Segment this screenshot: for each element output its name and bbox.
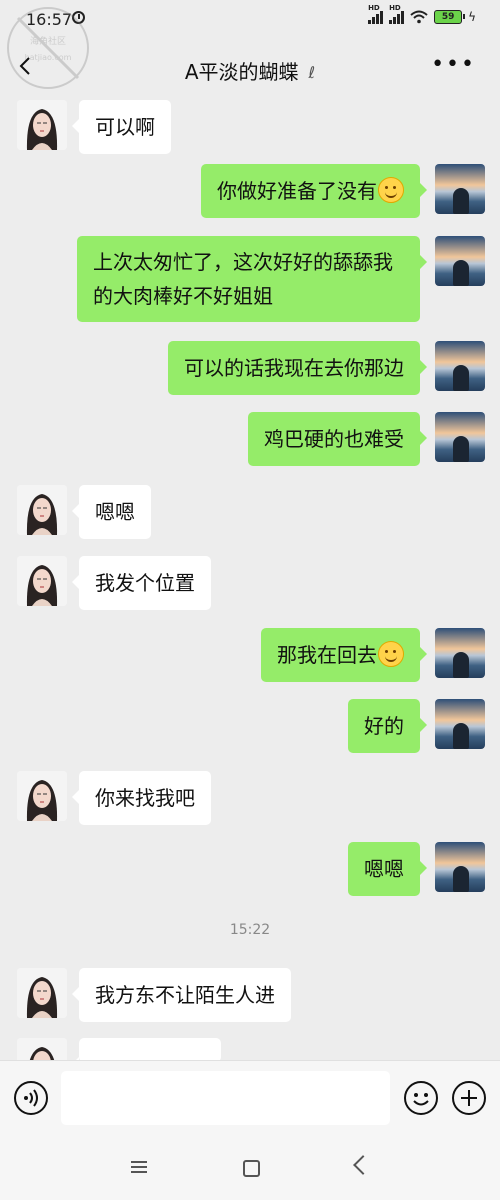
message-bubble[interactable]: 我方东不让陌生人进 bbox=[72, 968, 291, 1022]
my-avatar[interactable] bbox=[435, 341, 485, 391]
message-text: 鸡巴硬的也难受 bbox=[264, 427, 404, 451]
more-options-icon[interactable]: ••• bbox=[431, 54, 476, 76]
signal-hd-label-2: HD bbox=[389, 4, 401, 12]
smile-emoji-icon bbox=[378, 641, 404, 667]
smile-emoji-icon bbox=[378, 177, 404, 203]
emoji-button-icon[interactable] bbox=[404, 1081, 438, 1115]
contact-avatar[interactable] bbox=[17, 100, 67, 150]
contact-avatar[interactable] bbox=[17, 771, 67, 821]
more-functions-plus-icon[interactable] bbox=[452, 1081, 486, 1115]
input-bar bbox=[0, 1060, 500, 1139]
contact-avatar[interactable] bbox=[17, 485, 67, 535]
message-input[interactable] bbox=[61, 1071, 390, 1125]
status-time: 16:57 bbox=[26, 10, 73, 29]
voice-input-icon[interactable] bbox=[14, 1081, 48, 1115]
message-bubble[interactable]: 好的 bbox=[348, 699, 427, 753]
message-text: 我发个位置 bbox=[95, 571, 195, 595]
message-text: 嗯嗯 bbox=[364, 857, 404, 881]
message-text: 上次太匆忙了，这次好好的舔舔我的大肉棒好不好姐姐 bbox=[93, 250, 393, 308]
battery-level: 59 bbox=[441, 12, 455, 22]
signal-hd-label: HD bbox=[368, 4, 380, 12]
message-text: 我方东不让陌生人进 bbox=[95, 983, 275, 1007]
my-avatar[interactable] bbox=[435, 164, 485, 214]
status-bar: 16:57 HD HD 59 ϟ bbox=[0, 0, 500, 40]
message-bubble[interactable]: 可以啊 bbox=[72, 100, 171, 154]
my-avatar[interactable] bbox=[435, 412, 485, 462]
wifi-icon bbox=[410, 10, 428, 24]
message-bubble[interactable]: 嗯嗯 bbox=[348, 842, 427, 896]
alarm-clock-icon bbox=[72, 11, 85, 24]
message-bubble[interactable]: 我发个位置 bbox=[72, 556, 211, 610]
contact-avatar[interactable] bbox=[17, 556, 67, 606]
message-bubble[interactable]: 嗯嗯 bbox=[72, 485, 151, 539]
message-bubble[interactable]: 你来找我吧 bbox=[72, 771, 211, 825]
contact-name: A平淡的蝴蝶 bbox=[184, 60, 299, 84]
message-bubble[interactable]: 可以的话我现在去你那边 bbox=[168, 341, 427, 395]
my-avatar[interactable] bbox=[435, 628, 485, 678]
message-bubble[interactable]: 你做好准备了没有 bbox=[201, 164, 427, 218]
message-bubble[interactable]: 鸡巴硬的也难受 bbox=[248, 412, 427, 466]
system-back-icon[interactable] bbox=[353, 1155, 373, 1175]
message-bubble[interactable]: 那我在回去 bbox=[261, 628, 427, 682]
chat-title: A平淡的蝴蝶 ℓ bbox=[0, 56, 500, 85]
my-avatar[interactable] bbox=[435, 699, 485, 749]
earpiece-mode-icon: ℓ bbox=[308, 63, 316, 82]
chat-header: A平淡的蝴蝶 ℓ ••• bbox=[0, 40, 500, 96]
message-text: 你做好准备了没有 bbox=[217, 179, 377, 203]
charging-icon: ϟ bbox=[468, 10, 476, 24]
signal-icon: HD bbox=[368, 4, 384, 24]
message-text: 好的 bbox=[364, 714, 404, 738]
message-bubble[interactable] bbox=[72, 1038, 221, 1071]
message-text: 可以啊 bbox=[95, 115, 155, 139]
battery-icon: 59 bbox=[434, 10, 466, 24]
contact-avatar[interactable] bbox=[17, 968, 67, 1018]
signal-icon-2: HD bbox=[389, 4, 405, 24]
message-text: 那我在回去 bbox=[277, 643, 377, 667]
recent-apps-icon[interactable] bbox=[131, 1161, 147, 1173]
message-text: 可以的话我现在去你那边 bbox=[184, 356, 404, 380]
my-avatar[interactable] bbox=[435, 236, 485, 286]
my-avatar[interactable] bbox=[435, 842, 485, 892]
system-navigation-bar bbox=[0, 1139, 500, 1200]
status-icons: HD HD 59 ϟ bbox=[368, 4, 476, 24]
message-text: 嗯嗯 bbox=[95, 500, 135, 524]
message-timestamp: 15:22 bbox=[229, 922, 271, 938]
message-bubble[interactable]: 上次太匆忙了，这次好好的舔舔我的大肉棒好不好姐姐 bbox=[77, 236, 427, 322]
home-icon[interactable] bbox=[243, 1160, 260, 1177]
message-text: 你来找我吧 bbox=[95, 786, 195, 810]
